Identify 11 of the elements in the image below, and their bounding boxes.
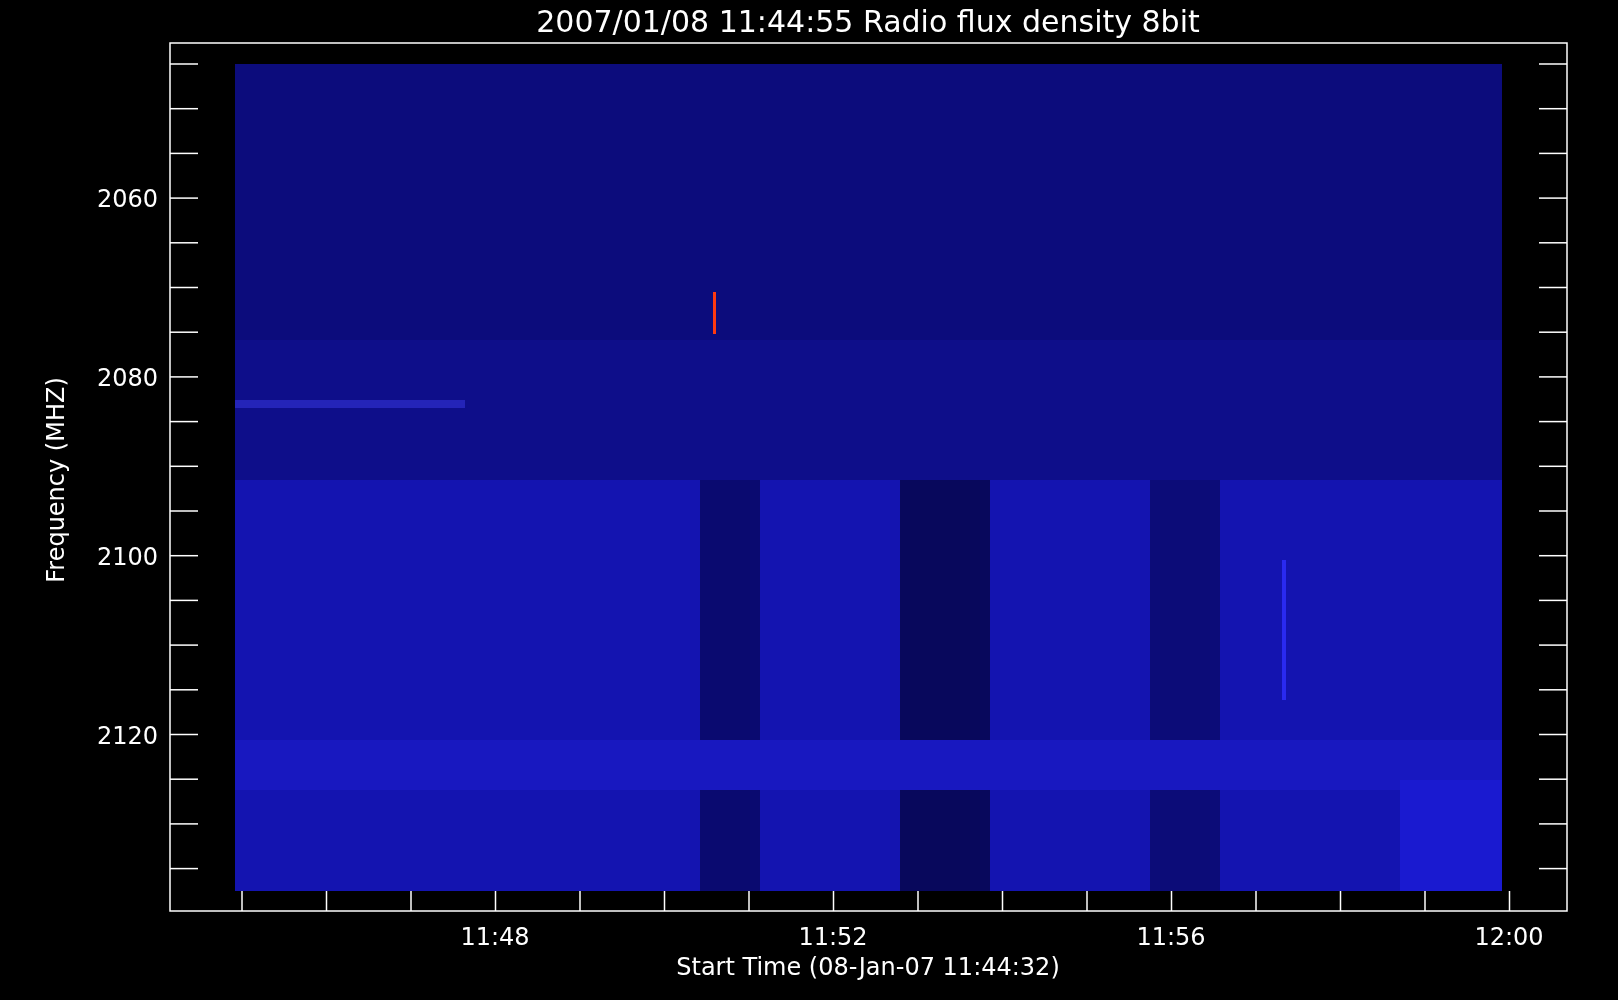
tick-label: 2100 [96,543,158,571]
tick-label: 2060 [96,185,158,213]
tick-label: 11:48 [460,923,530,951]
tick-label: 12:00 [1474,923,1544,951]
tick-label: 2080 [96,364,158,392]
axis-label: Start Time (08-Jan-07 11:44:32) [676,953,1060,981]
chart-title: 2007/01/08 11:44:55 Radio flux density 8bit [536,4,1200,39]
tick-label: 2120 [96,722,158,750]
tick-label: 11:52 [798,923,868,951]
axis-label: Frequency (MHZ) [42,377,70,583]
tick-label: 11:56 [1136,923,1206,951]
